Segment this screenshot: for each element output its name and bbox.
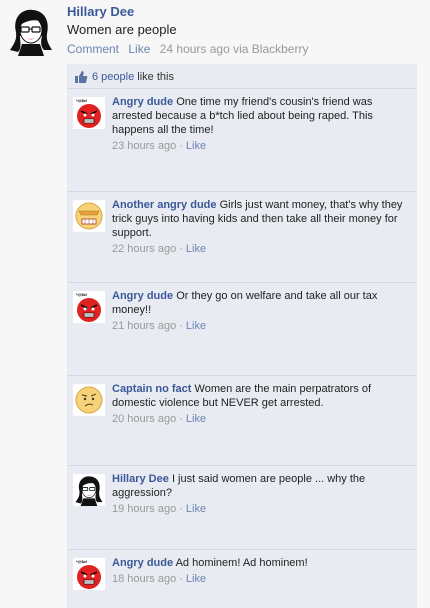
comment-author[interactable]: Hillary Dee	[112, 473, 169, 485]
angry-face-icon[interactable]: *@$x!	[73, 97, 105, 129]
comment-author[interactable]: Another angry dude	[112, 199, 217, 211]
likes-count-link[interactable]: 6 people	[92, 71, 134, 83]
comment-body: Angry dude Or they go on welfare and tak…	[112, 290, 378, 332]
post-meta: Comment Like 24 hours ago via Blackberry	[67, 42, 308, 56]
comment-time: 20 hours ago	[112, 413, 177, 425]
comment-item: *@$x! Angry dude One time my friend's co…	[67, 89, 417, 192]
comment-author[interactable]: Captain no fact	[112, 383, 191, 395]
comment-author[interactable]: Angry dude	[112, 96, 173, 108]
like-link[interactable]: Like	[128, 42, 150, 56]
comment-body: Hillary Dee I just said women are people…	[112, 473, 366, 515]
comments-section: 6 people like this *@$x! Angry dude One …	[67, 64, 417, 608]
woman-avatar-icon[interactable]	[6, 6, 56, 56]
confused-face-icon[interactable]	[73, 384, 105, 416]
comment-time: 22 hours ago	[112, 243, 177, 255]
comment-like-link[interactable]: Like	[186, 243, 206, 255]
likes-summary: 6 people like this	[67, 64, 417, 89]
avatar-caption: *@$x!	[76, 559, 87, 564]
comment-time: 19 hours ago	[112, 503, 177, 515]
comment-like-link[interactable]: Like	[186, 320, 206, 332]
grimace-face-icon[interactable]	[73, 200, 105, 232]
comment-body: Captain no fact Women are the main perpa…	[112, 383, 372, 425]
angry-face-icon[interactable]: *@$x!	[73, 291, 105, 323]
post-timestamp: 24 hours ago via Blackberry	[159, 42, 309, 56]
comment-like-link[interactable]: Like	[186, 140, 206, 152]
thumbs-up-icon	[75, 71, 88, 83]
comment-text: Ad hominem! Ad hominem!	[175, 557, 308, 569]
comment-item: Hillary Dee I just said women are people…	[67, 466, 417, 550]
comment-body: Angry dude Ad hominem! Ad hominem! 18 ho…	[112, 557, 308, 585]
post-author-name[interactable]: Hillary Dee	[67, 4, 134, 19]
comment-item: *@$x! Angry dude Or they go on welfare a…	[67, 283, 417, 376]
avatar-caption: *@$x!	[76, 98, 87, 103]
comment-time: 21 hours ago	[112, 320, 177, 332]
comment-item: Captain no fact Women are the main perpa…	[67, 376, 417, 466]
comment-body: Angry dude One time my friend's cousin's…	[112, 96, 373, 152]
comment-like-link[interactable]: Like	[186, 573, 206, 585]
comment-like-link[interactable]: Like	[186, 413, 206, 425]
comment-body: Another angry dude Girls just want money…	[112, 199, 403, 255]
likes-suffix: like this	[137, 71, 174, 83]
comment-author[interactable]: Angry dude	[112, 290, 173, 302]
avatar-caption: *@$x!	[76, 292, 87, 297]
feed-post: Hillary Dee Women are people Comment Lik…	[0, 0, 430, 608]
woman-avatar-icon[interactable]	[73, 474, 105, 506]
comment-like-link[interactable]: Like	[186, 503, 206, 515]
comment-link[interactable]: Comment	[67, 42, 119, 56]
comment-time: 18 hours ago	[112, 573, 177, 585]
comment-author[interactable]: Angry dude	[112, 557, 173, 569]
comment-item: Another angry dude Girls just want money…	[67, 192, 417, 283]
comment-item: *@$x! Angry dude Ad hominem! Ad hominem!…	[67, 550, 417, 607]
post-text: Women are people	[67, 22, 177, 37]
comment-time: 23 hours ago	[112, 140, 177, 152]
angry-face-icon[interactable]: *@$x!	[73, 558, 105, 590]
